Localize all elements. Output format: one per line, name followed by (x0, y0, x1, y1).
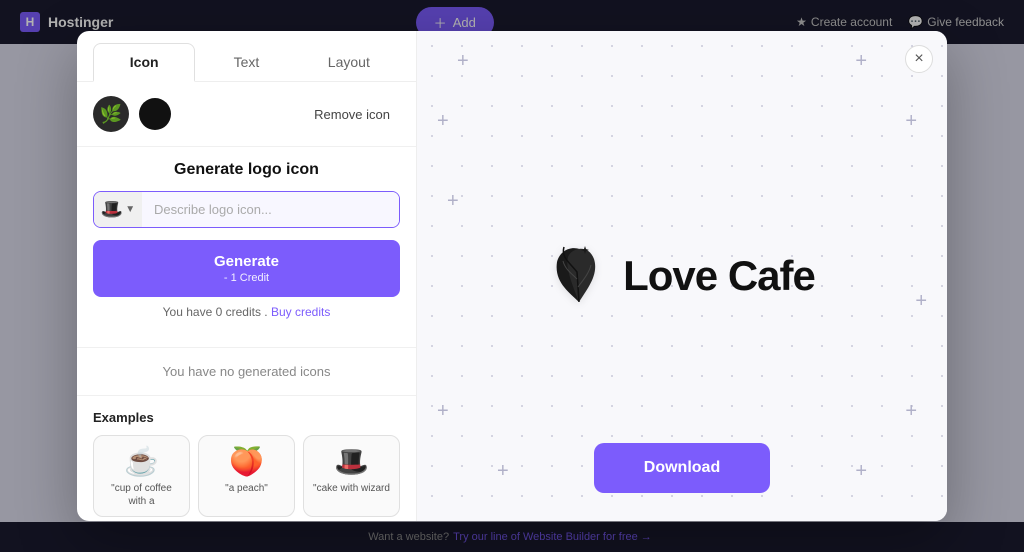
logo-editor-modal: Icon Text Layout 🌿 Remove icon Generate … (77, 31, 947, 521)
describe-input[interactable] (142, 192, 399, 227)
current-icon-thumb[interactable]: 🌿 (93, 96, 129, 132)
close-button[interactable]: × (905, 45, 933, 73)
example-label-wizard: "cake with wizard (313, 482, 390, 495)
tab-icon[interactable]: Icon (93, 43, 195, 82)
plus-deco-4: + (905, 111, 917, 131)
example-icon-peach: 🍑 (229, 448, 264, 476)
icon-input-row: 🎩 ▼ (93, 191, 400, 228)
icon-selector-btn[interactable]: 🎩 ▼ (94, 192, 142, 227)
color-picker[interactable] (139, 98, 171, 130)
example-item-peach[interactable]: 🍑 "a peach" (198, 435, 295, 517)
example-icon-wizard: 🎩 (334, 448, 369, 476)
examples-section: Examples ☕ "cup of coffee with a 🍑 "a pe… (77, 395, 416, 521)
plus-deco-1: + (457, 51, 469, 71)
tab-layout[interactable]: Layout (298, 43, 400, 81)
generate-section: Generate logo icon 🎩 ▼ Generate - 1 Cred… (77, 147, 416, 347)
plus-deco-9: + (447, 191, 459, 211)
icon-selector-row: 🌿 Remove icon (77, 82, 416, 147)
example-label-coffee: "cup of coffee with a (102, 482, 181, 508)
no-icons-message: You have no generated icons (77, 347, 416, 395)
plus-deco-2: + (855, 51, 867, 71)
download-button[interactable]: Download (594, 443, 770, 493)
generate-title: Generate logo icon (93, 161, 400, 179)
generate-button[interactable]: Generate - 1 Credit (93, 240, 400, 297)
preview-icon: 🎩 (101, 199, 123, 220)
plus-deco-8: + (855, 461, 867, 481)
plus-deco-5: + (437, 401, 449, 421)
plus-deco-10: + (915, 291, 927, 311)
tab-text[interactable]: Text (195, 43, 297, 81)
right-panel: + + + + + + + + + + × (417, 31, 947, 521)
credits-info: You have 0 credits . Buy credits (93, 305, 400, 319)
modal-overlay: Icon Text Layout 🌿 Remove icon Generate … (0, 0, 1024, 552)
generate-btn-credit: - 1 Credit (224, 272, 269, 284)
preview-logo-icon (549, 237, 609, 316)
chevron-down-icon: ▼ (125, 204, 135, 215)
plus-deco-7: + (497, 461, 509, 481)
examples-grid: ☕ "cup of coffee with a 🍑 "a peach" 🎩 "c… (93, 435, 400, 517)
example-icon-coffee: ☕ (124, 448, 159, 476)
example-label-peach: "a peach" (225, 482, 268, 495)
remove-icon-button[interactable]: Remove icon (304, 101, 400, 128)
example-item-wizard[interactable]: 🎩 "cake with wizard (303, 435, 400, 517)
example-item-coffee[interactable]: ☕ "cup of coffee with a (93, 435, 190, 517)
logo-preview: Love Cafe (549, 237, 815, 316)
tab-bar: Icon Text Layout (77, 31, 416, 82)
plus-deco-6: + (905, 401, 917, 421)
preview-logo-text: Love Cafe (623, 252, 815, 300)
buy-credits-link[interactable]: Buy credits (271, 305, 330, 319)
examples-title: Examples (93, 410, 400, 425)
plus-deco-3: + (437, 111, 449, 131)
left-panel: Icon Text Layout 🌿 Remove icon Generate … (77, 31, 417, 521)
